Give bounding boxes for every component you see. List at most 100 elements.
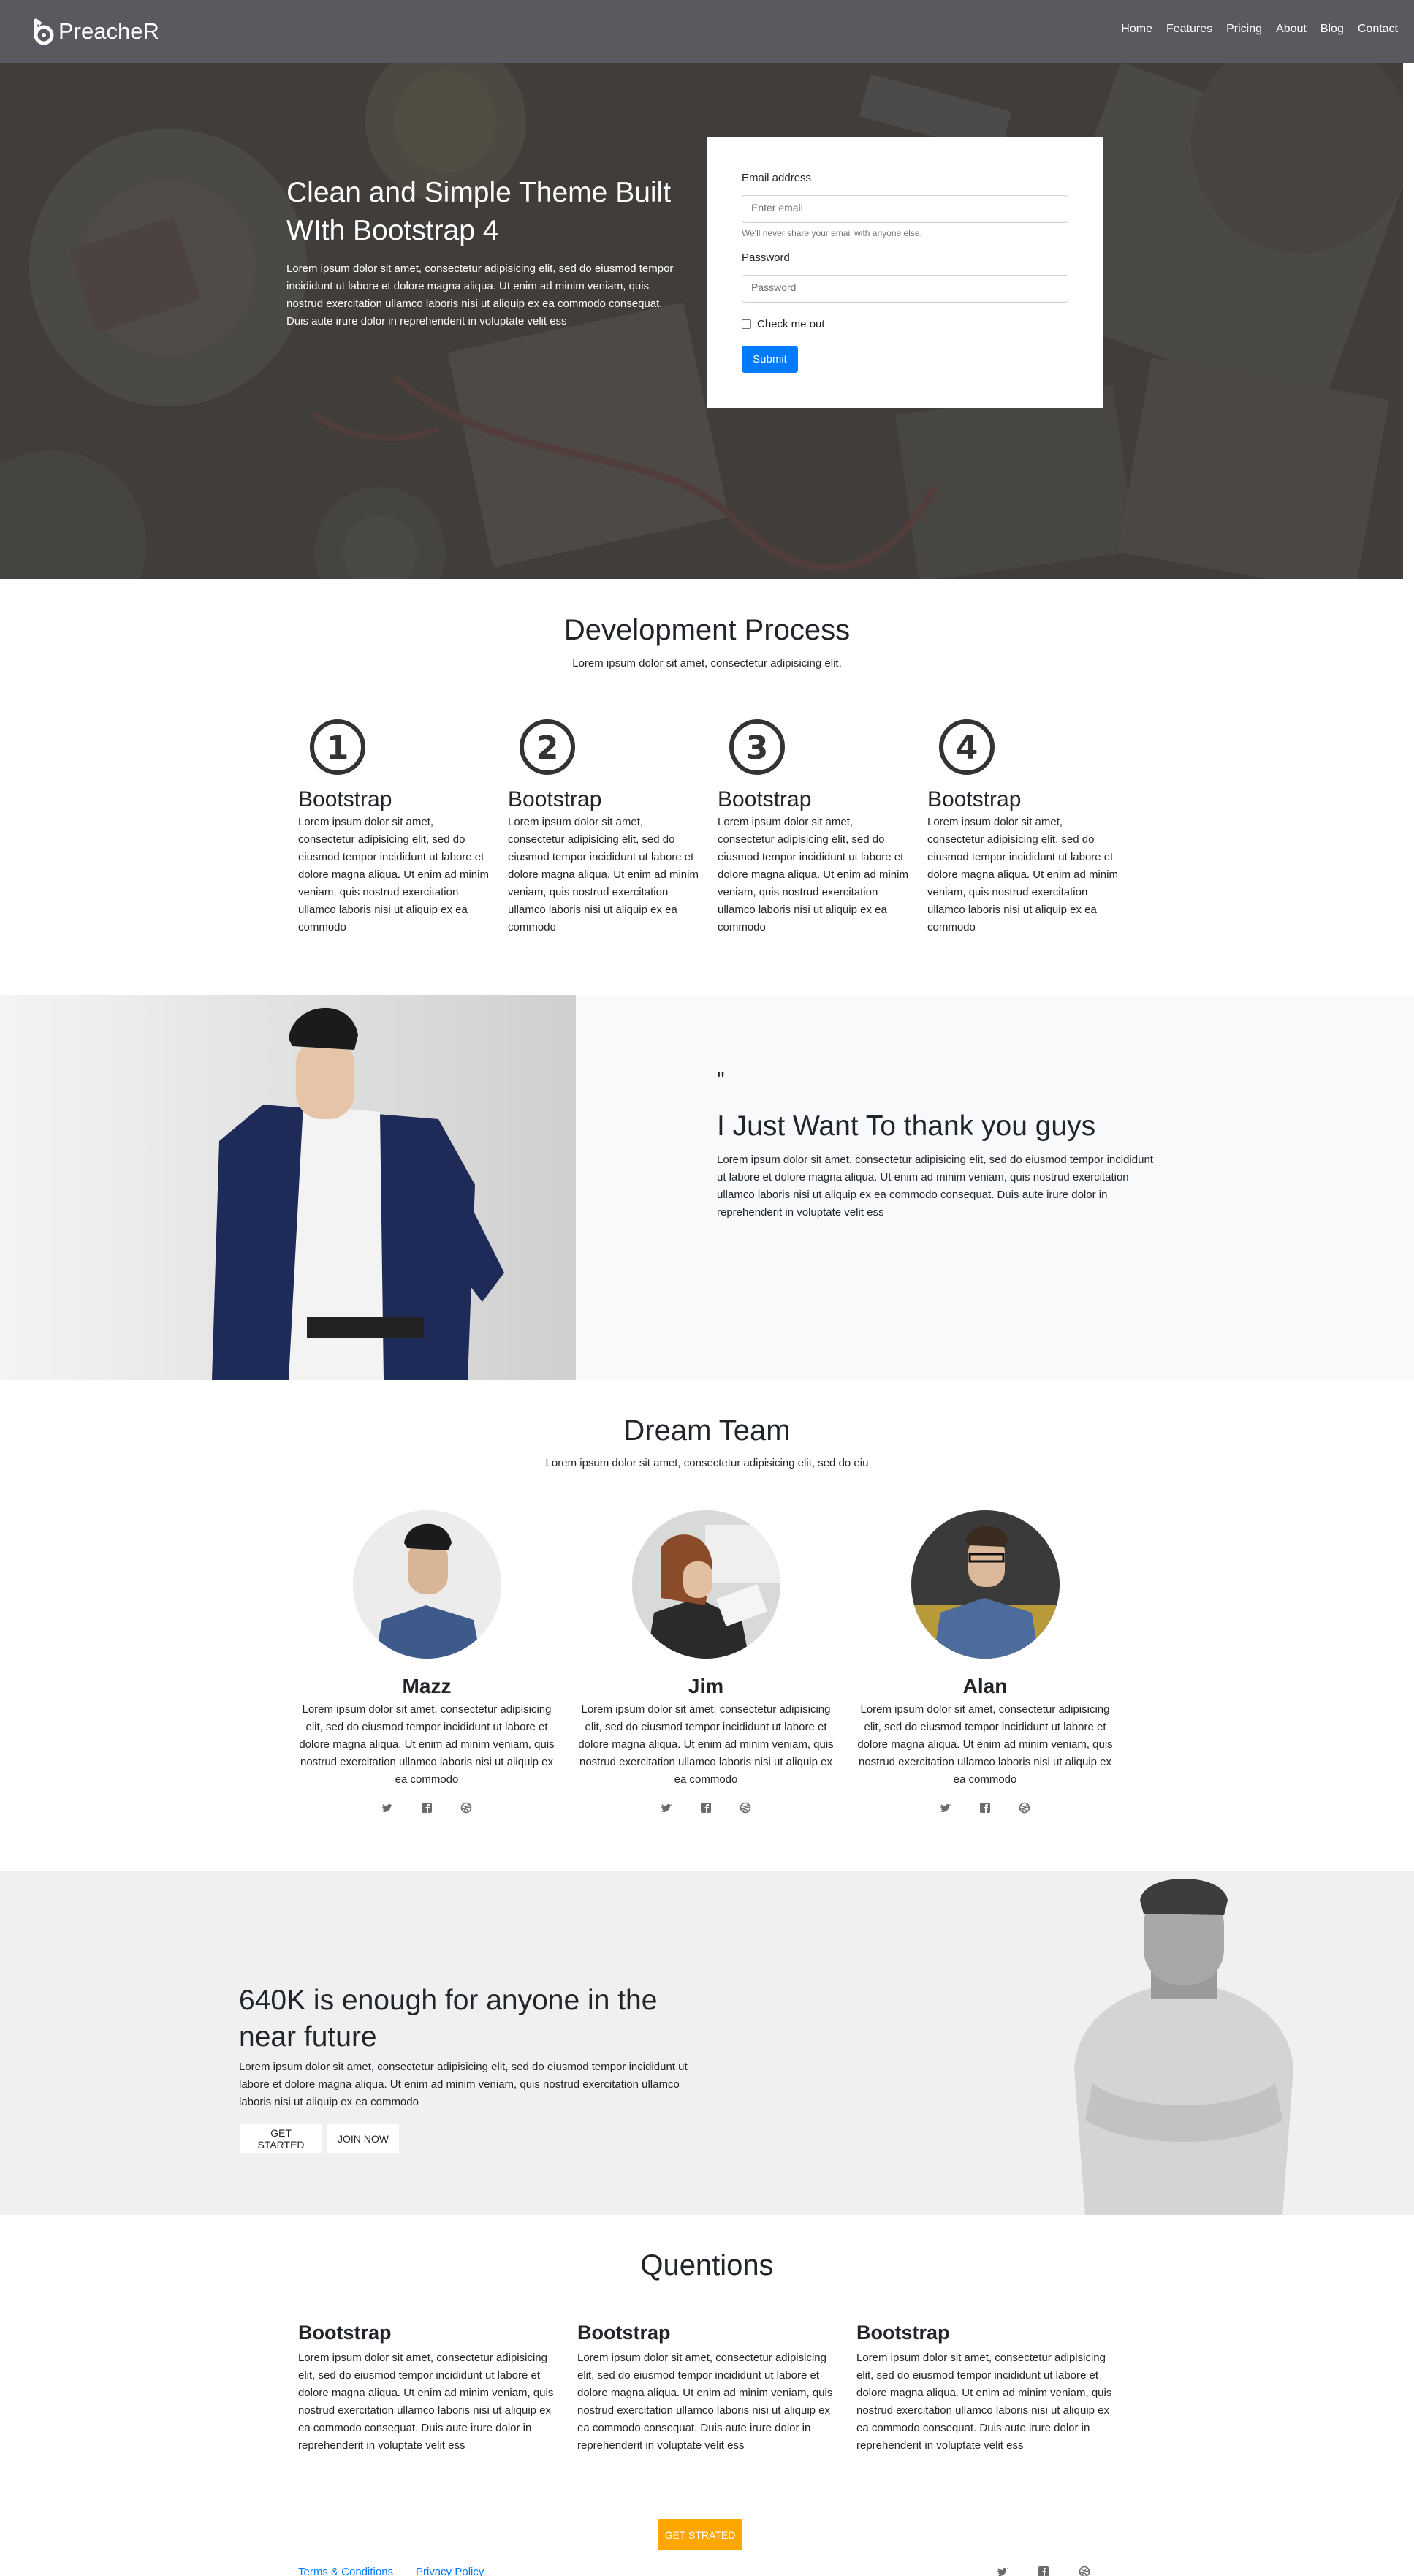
process-step: 2 Bootstrap Lorem ipsum dolor sit amet, … bbox=[508, 718, 702, 936]
team-title: Dream Team bbox=[623, 1414, 791, 1447]
number-three-icon: 3 bbox=[729, 719, 785, 775]
number-four-icon: 4 bbox=[939, 719, 995, 775]
step-text: Lorem ipsum dolor sit amet, consectetur … bbox=[298, 816, 489, 933]
hero-title: Clean and Simple Theme Built WIth Bootst… bbox=[286, 177, 672, 246]
testimonial-photo bbox=[0, 995, 576, 1380]
member-text: Lorem ipsum dolor sit amet, consectetur … bbox=[857, 1703, 1113, 1786]
process-step: 4 Bootstrap Lorem ipsum dolor sit amet, … bbox=[927, 718, 1121, 936]
password-field[interactable]: Password bbox=[742, 275, 1068, 303]
cta-title: 640K is enough for anyone in the near fu… bbox=[239, 1985, 658, 2053]
dribbble-icon[interactable] bbox=[740, 1802, 751, 1814]
process-step: 1 Bootstrap Lorem ipsum dolor sit amet, … bbox=[298, 718, 492, 936]
process-step: 3 Bootstrap Lorem ipsum dolor sit amet, … bbox=[718, 718, 911, 936]
social-links bbox=[574, 1802, 837, 1814]
dribbble-icon[interactable] bbox=[1019, 1802, 1030, 1814]
nav-pricing[interactable]: Pricing bbox=[1226, 23, 1262, 36]
privacy-link[interactable]: Privacy Policy bbox=[416, 2566, 484, 2576]
member-name: Alan bbox=[962, 1675, 1008, 1697]
question-title: Bootstrap bbox=[298, 2322, 392, 2344]
logo[interactable]: PreacheR bbox=[34, 15, 159, 48]
question-item: Bootstrap Lorem ipsum dolor sit amet, co… bbox=[577, 2322, 837, 2455]
facebook-icon[interactable] bbox=[421, 1802, 433, 1814]
quote-mark: " bbox=[717, 1068, 725, 1092]
twitter-icon[interactable] bbox=[940, 1802, 951, 1814]
team-member: Alan Lorem ipsum dolor sit amet, consect… bbox=[854, 1510, 1117, 1814]
dribbble-icon[interactable] bbox=[1079, 2566, 1090, 2576]
hero-section: Clean and Simple Theme Built WIth Bootst… bbox=[0, 63, 1403, 579]
member-text: Lorem ipsum dolor sit amet, consectetur … bbox=[299, 1703, 555, 1786]
brand-name: PreacheR bbox=[58, 18, 159, 44]
twitter-icon[interactable] bbox=[997, 2566, 1008, 2576]
process-subtitle: Lorem ipsum dolor sit amet, consectetur … bbox=[572, 657, 842, 670]
logo-icon bbox=[34, 18, 54, 45]
email-help-text: We'll never share your email with anyone… bbox=[742, 228, 922, 238]
team-member: Mazz Lorem ipsum dolor sit amet, consect… bbox=[295, 1510, 558, 1814]
svg-text:2: 2 bbox=[536, 730, 559, 767]
svg-text:3: 3 bbox=[746, 730, 769, 767]
question-text: Lorem ipsum dolor sit amet, consectetur … bbox=[298, 2352, 554, 2452]
step-title: Bootstrap bbox=[298, 787, 392, 811]
facebook-icon[interactable] bbox=[1038, 2566, 1049, 2576]
social-links bbox=[295, 1802, 558, 1814]
twitter-icon[interactable] bbox=[661, 1802, 672, 1814]
facebook-icon[interactable] bbox=[700, 1802, 712, 1814]
twitter-icon[interactable] bbox=[381, 1802, 393, 1814]
nav-features[interactable]: Features bbox=[1166, 23, 1212, 36]
team-subtitle: Lorem ipsum dolor sit amet, consectetur … bbox=[545, 1457, 869, 1469]
checkbox[interactable] bbox=[742, 319, 751, 329]
nav-contact[interactable]: Contact bbox=[1358, 23, 1398, 36]
get-strated-button[interactable]: GET STRATED bbox=[658, 2519, 742, 2550]
question-text: Lorem ipsum dolor sit amet, consectetur … bbox=[577, 2352, 833, 2452]
submit-button[interactable]: Submit bbox=[742, 346, 798, 373]
svg-text:1: 1 bbox=[327, 730, 349, 767]
process-title: Development Process bbox=[563, 614, 851, 646]
check-me-out[interactable]: Check me out bbox=[742, 318, 825, 330]
cta-section: 640K is enough for anyone in the near fu… bbox=[0, 1871, 1414, 2215]
nav-home[interactable]: Home bbox=[1121, 23, 1152, 36]
nav-about[interactable]: About bbox=[1276, 23, 1307, 36]
nav-menu: Home Features Pricing About Blog Contact bbox=[1107, 23, 1398, 36]
navbar: PreacheR Home Features Pricing About Blo… bbox=[0, 0, 1414, 63]
hero-text: Lorem ipsum dolor sit amet, consectetur … bbox=[286, 262, 674, 327]
cta-person-image bbox=[1074, 1879, 1293, 2215]
checkbox-label: Check me out bbox=[757, 318, 825, 330]
social-links bbox=[854, 1802, 1117, 1814]
avatar bbox=[352, 1510, 501, 1659]
step-title: Bootstrap bbox=[508, 787, 602, 811]
testimonial-title: I Just Want To thank you guys bbox=[717, 1110, 1096, 1142]
number-two-icon: 2 bbox=[520, 719, 575, 775]
avatar bbox=[631, 1510, 780, 1659]
step-title: Bootstrap bbox=[718, 787, 812, 811]
question-text: Lorem ipsum dolor sit amet, consectetur … bbox=[856, 2352, 1112, 2452]
login-form: Email address Enter email We'll never sh… bbox=[707, 137, 1103, 408]
cta-text: Lorem ipsum dolor sit amet, consectetur … bbox=[239, 2061, 688, 2108]
question-title: Bootstrap bbox=[577, 2322, 671, 2344]
email-label: Email address bbox=[742, 172, 812, 184]
dribbble-icon[interactable] bbox=[460, 1802, 472, 1814]
svg-text:4: 4 bbox=[956, 730, 978, 767]
step-text: Lorem ipsum dolor sit amet, consectetur … bbox=[508, 816, 699, 933]
password-label: Password bbox=[742, 251, 790, 264]
avatar bbox=[911, 1510, 1060, 1659]
footer-social-links bbox=[997, 2566, 1090, 2576]
step-title: Bootstrap bbox=[927, 787, 1022, 811]
hero-background-image bbox=[0, 63, 1403, 579]
nav-blog[interactable]: Blog bbox=[1320, 23, 1344, 36]
join-now-button[interactable]: JOIN NOW bbox=[327, 2123, 400, 2154]
member-name: Jim bbox=[688, 1675, 724, 1697]
member-name: Mazz bbox=[402, 1675, 452, 1697]
question-title: Bootstrap bbox=[856, 2322, 950, 2344]
number-one-icon: 1 bbox=[310, 719, 365, 775]
member-text: Lorem ipsum dolor sit amet, consectetur … bbox=[578, 1703, 834, 1786]
terms-link[interactable]: Terms & Conditions bbox=[298, 2566, 393, 2576]
question-item: Bootstrap Lorem ipsum dolor sit amet, co… bbox=[856, 2322, 1116, 2455]
step-text: Lorem ipsum dolor sit amet, consectetur … bbox=[718, 816, 908, 933]
get-started-button[interactable]: GET STARTED bbox=[239, 2123, 323, 2154]
email-field[interactable]: Enter email bbox=[742, 195, 1068, 223]
questions-title: Quentions bbox=[640, 2249, 774, 2281]
question-item: Bootstrap Lorem ipsum dolor sit amet, co… bbox=[298, 2322, 558, 2455]
team-member: Jim Lorem ipsum dolor sit amet, consecte… bbox=[574, 1510, 837, 1814]
step-text: Lorem ipsum dolor sit amet, consectetur … bbox=[927, 816, 1118, 933]
facebook-icon[interactable] bbox=[979, 1802, 991, 1814]
testimonial-text: Lorem ipsum dolor sit amet, consectetur … bbox=[717, 1153, 1153, 1219]
